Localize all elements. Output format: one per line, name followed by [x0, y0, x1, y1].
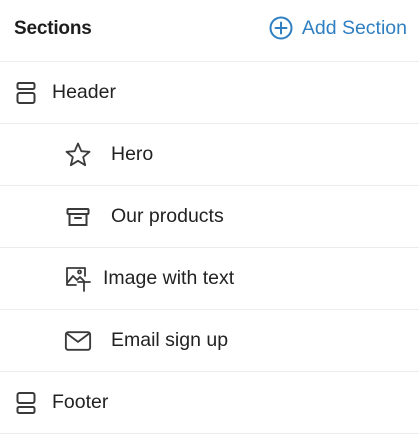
section-item-hero[interactable]: Hero	[0, 124, 419, 186]
section-item-label: Header	[52, 81, 116, 103]
archive-box-icon	[64, 203, 92, 231]
section-item-label: Hero	[111, 143, 154, 165]
section-item-image-with-text[interactable]: Image with text	[0, 248, 419, 310]
header-layout-icon	[12, 79, 40, 107]
section-item-label: Footer	[52, 391, 109, 413]
divider	[0, 433, 419, 434]
add-section-button[interactable]: Add Section	[269, 16, 407, 40]
panel-title: Sections	[14, 18, 92, 39]
section-item-our-products[interactable]: Our products	[0, 186, 419, 248]
envelope-icon	[64, 327, 92, 355]
section-item-footer[interactable]: Footer	[0, 372, 419, 434]
sections-panel: Sections Add Section Header Hero Our pro…	[0, 0, 419, 436]
add-section-label: Add Section	[301, 16, 407, 39]
section-item-label: Image with text	[103, 267, 235, 289]
image-text-icon	[64, 265, 92, 293]
section-item-label: Our products	[111, 205, 224, 227]
section-item-email-sign-up[interactable]: Email sign up	[0, 310, 419, 372]
section-item-header[interactable]: Header	[0, 62, 419, 124]
star-icon	[64, 141, 92, 169]
footer-layout-icon	[12, 389, 40, 417]
plus-circle-icon	[269, 16, 293, 40]
sections-header: Sections Add Section	[0, 0, 419, 62]
section-item-label: Email sign up	[111, 329, 229, 351]
